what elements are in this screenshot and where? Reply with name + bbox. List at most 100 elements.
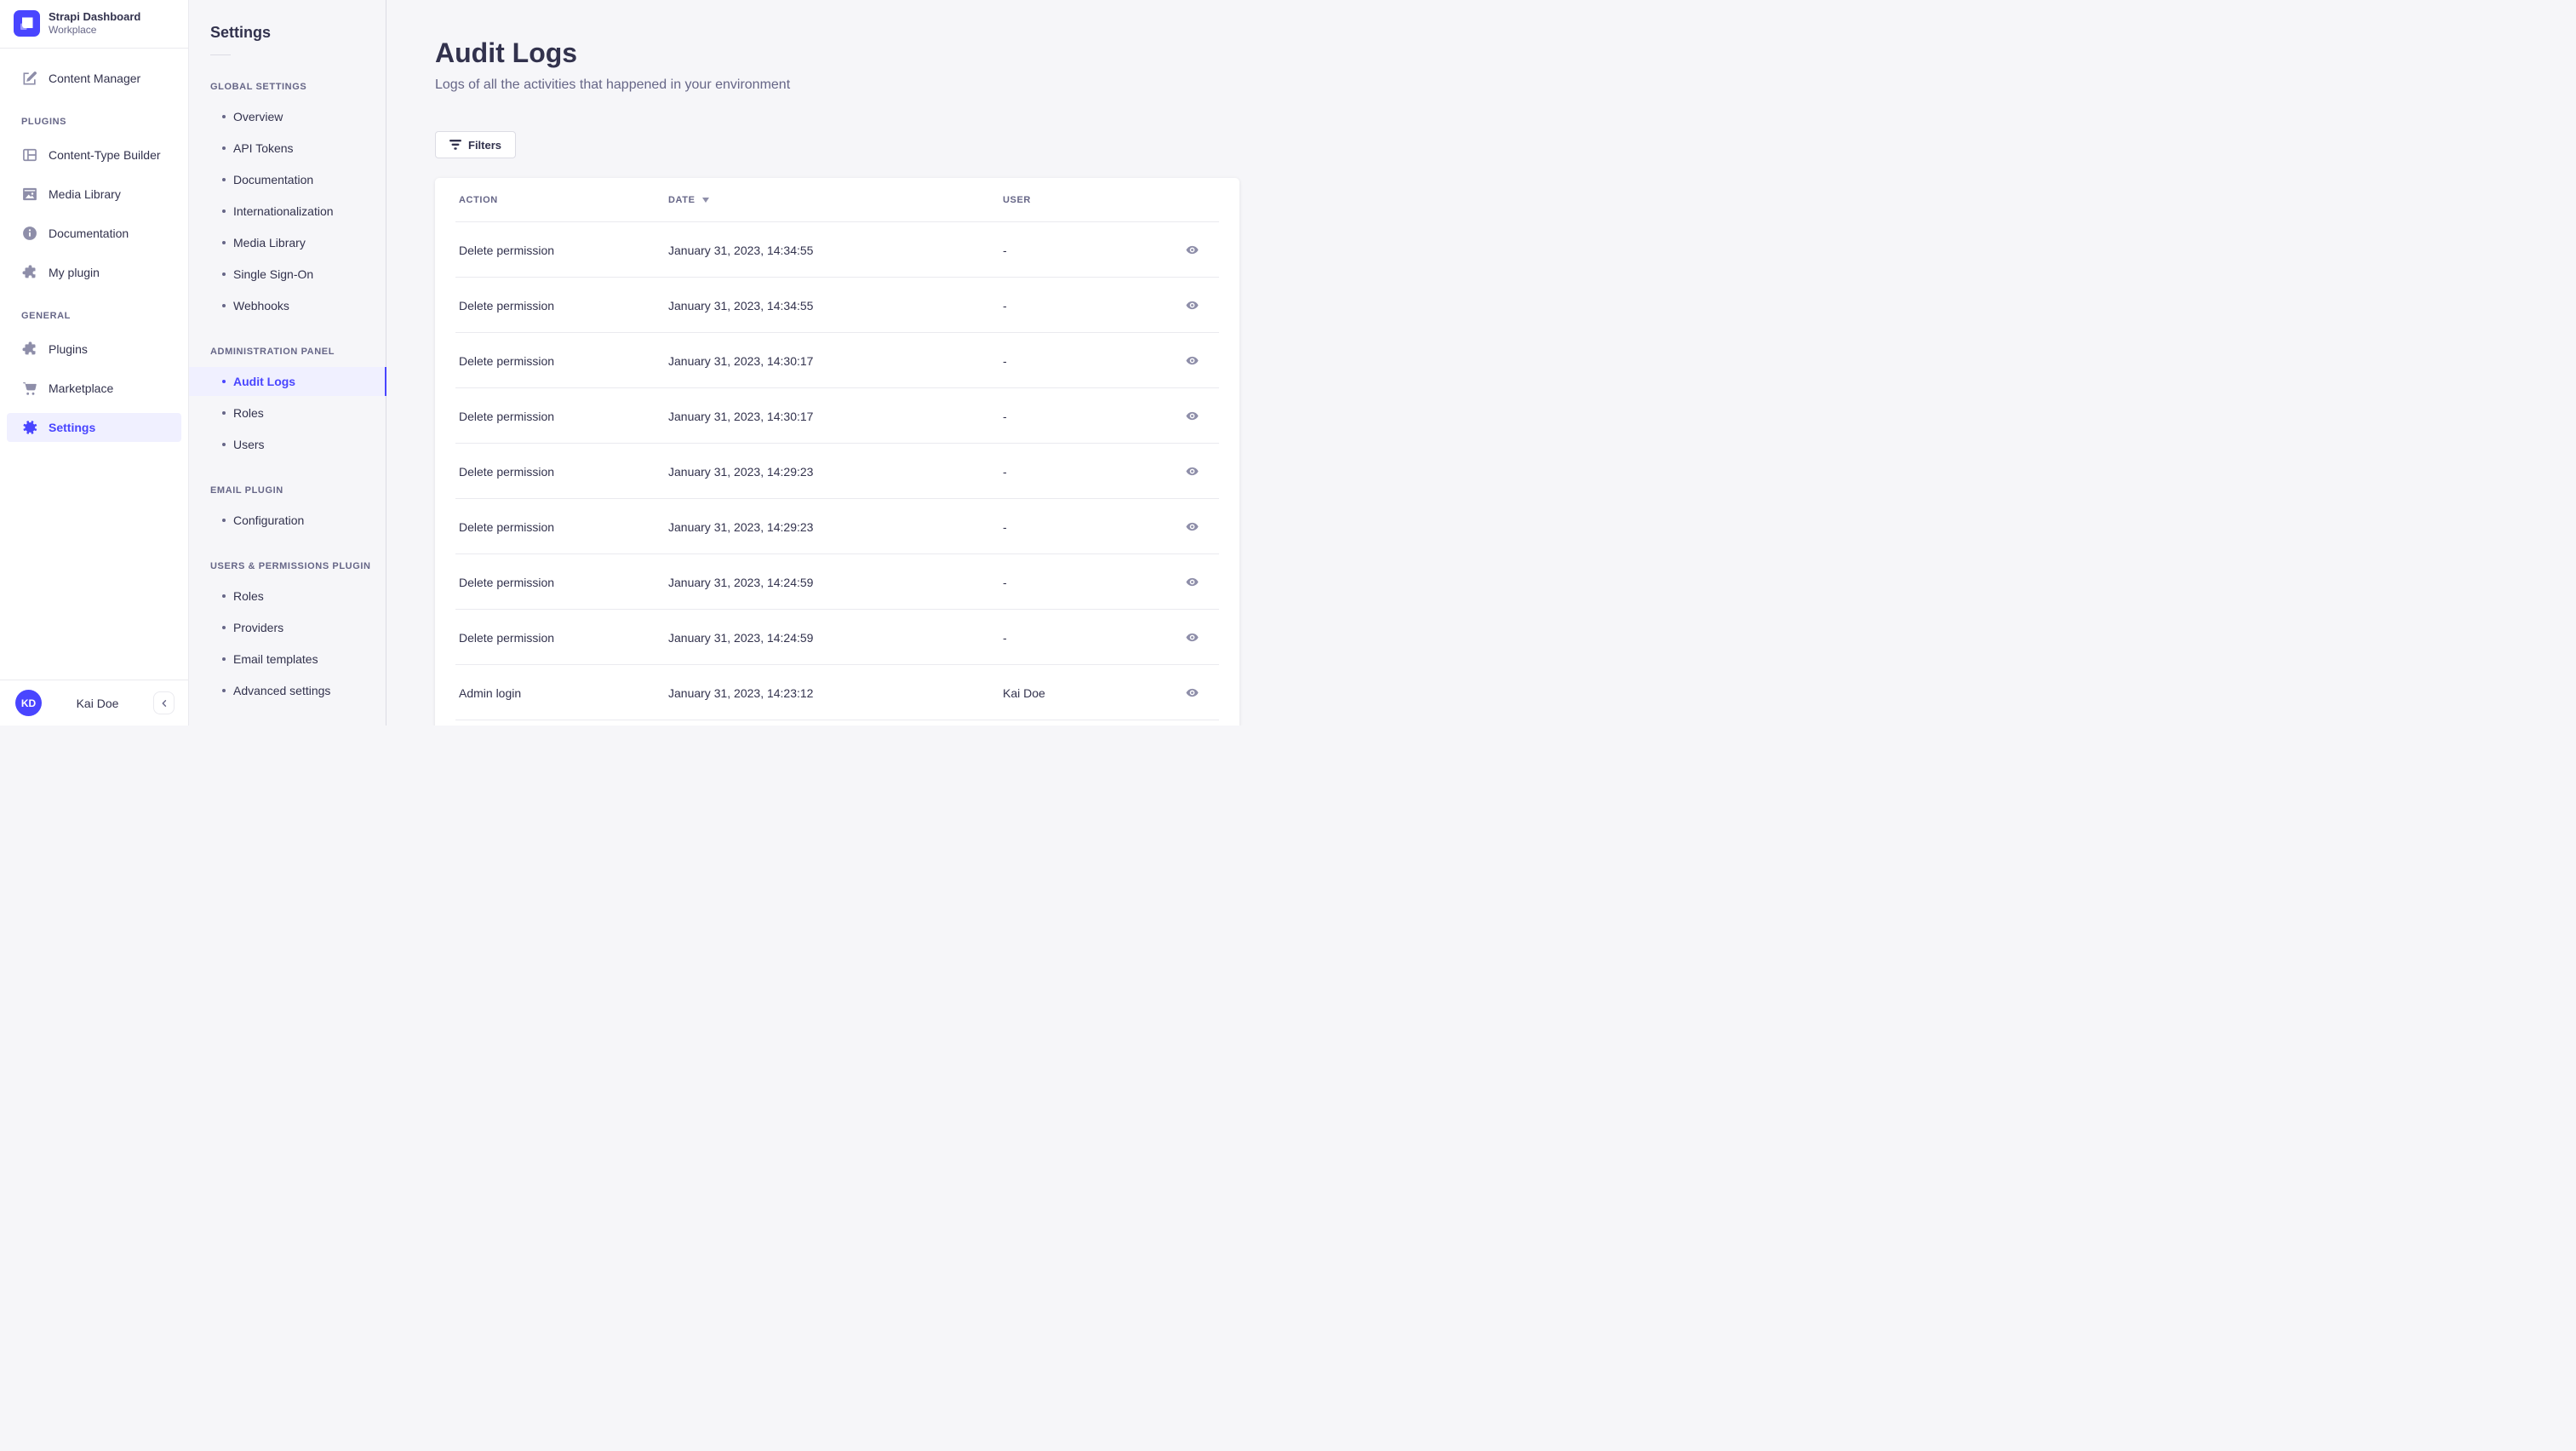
subnav-item-label: Documentation xyxy=(233,173,314,186)
cell-date: January 31, 2023, 14:34:55 xyxy=(668,298,814,313)
cell-action: Delete permission xyxy=(459,298,555,313)
sidebar-item-my-plugin[interactable]: My plugin xyxy=(7,258,181,287)
collapse-sidebar-button[interactable] xyxy=(153,691,175,714)
subnav-item-roles-admin[interactable]: Roles xyxy=(189,399,386,427)
table-row[interactable]: Delete permission January 31, 2023, 14:2… xyxy=(435,610,1239,665)
subnav-item-label: Roles xyxy=(233,589,264,603)
sidebar-item-documentation[interactable]: Documentation xyxy=(7,219,181,248)
cell-date: January 31, 2023, 14:30:17 xyxy=(668,409,814,423)
cell-date: January 31, 2023, 14:24:59 xyxy=(668,630,814,645)
sidebar-item-label: Media Library xyxy=(49,187,121,201)
table-row[interactable]: Delete permission January 31, 2023, 14:2… xyxy=(435,554,1239,610)
bullet-icon xyxy=(222,178,226,181)
subnav-heading: Settings xyxy=(210,24,272,41)
subnav-item-users[interactable]: Users xyxy=(189,430,386,459)
bullet-icon xyxy=(222,241,226,244)
table-row[interactable]: Delete permission January 31, 2023, 14:3… xyxy=(435,278,1239,333)
eye-icon xyxy=(1185,353,1199,368)
cell-user: - xyxy=(1003,353,1007,368)
subnav-item-webhooks[interactable]: Webhooks xyxy=(189,291,386,320)
sidebar-item-plugins[interactable]: Plugins xyxy=(7,335,181,364)
sidebar-item-label: Marketplace xyxy=(49,381,114,395)
page-title: Audit Logs xyxy=(435,37,578,68)
subnav-item-label: Single Sign-On xyxy=(233,267,314,281)
filters-button[interactable]: Filters xyxy=(435,131,517,158)
column-header-action[interactable]: ACTION xyxy=(459,195,668,205)
sidebar-item-settings[interactable]: Settings xyxy=(7,413,181,442)
subnav-item-media-library[interactable]: Media Library xyxy=(189,228,386,257)
subnav-item-label: Users xyxy=(233,438,265,451)
table-row[interactable]: Admin login January 31, 2023, 14:23:12 K… xyxy=(435,665,1239,720)
subnav-item-configuration[interactable]: Configuration xyxy=(189,506,386,535)
workspace-brand[interactable]: Strapi Dashboard Workplace xyxy=(0,0,188,48)
cell-user: - xyxy=(1003,409,1007,423)
subnav-item-label: Internationalization xyxy=(233,204,334,218)
bullet-icon xyxy=(222,380,226,383)
subnav-item-email-templates[interactable]: Email templates xyxy=(189,645,386,674)
cell-user: - xyxy=(1003,464,1007,479)
sidebar-item-label: Settings xyxy=(49,421,96,434)
subnav-section-global-settings: GLOBAL SETTINGS xyxy=(210,82,307,92)
settings-subnav: Settings GLOBAL SETTINGS Overview API To… xyxy=(189,0,386,726)
view-log-button[interactable] xyxy=(1178,403,1205,430)
brand-text: Strapi Dashboard Workplace xyxy=(49,10,140,37)
cell-user: - xyxy=(1003,298,1007,313)
cell-user: - xyxy=(1003,519,1007,534)
view-log-button[interactable] xyxy=(1178,458,1205,485)
subnav-item-label: Advanced settings xyxy=(233,684,331,697)
column-header-date[interactable]: DATE xyxy=(668,195,1003,205)
bullet-icon xyxy=(222,443,226,446)
cell-action: Delete permission xyxy=(459,575,555,589)
subnav-item-advanced-settings[interactable]: Advanced settings xyxy=(189,676,386,705)
info-icon xyxy=(21,225,38,242)
view-log-button[interactable] xyxy=(1178,237,1205,264)
sidebar-item-content-manager[interactable]: Content Manager xyxy=(7,64,181,93)
cell-date: January 31, 2023, 14:24:59 xyxy=(668,575,814,589)
view-log-button[interactable] xyxy=(1178,513,1205,541)
view-log-button[interactable] xyxy=(1178,680,1205,707)
strapi-logo-icon xyxy=(14,10,40,37)
subnav-item-roles-up[interactable]: Roles xyxy=(189,582,386,611)
sidebar-item-label: My plugin xyxy=(49,266,100,279)
bullet-icon xyxy=(222,146,226,150)
bullet-icon xyxy=(222,689,226,692)
subnav-item-label: Media Library xyxy=(233,236,306,249)
subnav-item-documentation[interactable]: Documentation xyxy=(189,165,386,194)
table-row[interactable]: Delete permission January 31, 2023, 14:2… xyxy=(435,444,1239,499)
subnav-item-api-tokens[interactable]: API Tokens xyxy=(189,134,386,163)
subnav-item-internationalization[interactable]: Internationalization xyxy=(189,197,386,226)
sidebar-item-label: Documentation xyxy=(49,227,129,240)
table-row[interactable]: Delete permission January 31, 2023, 14:2… xyxy=(435,499,1239,554)
workspace-subtitle: Workplace xyxy=(49,24,97,36)
view-log-button[interactable] xyxy=(1178,569,1205,596)
subnav-item-label: API Tokens xyxy=(233,141,294,155)
filter-icon xyxy=(449,140,461,150)
cell-date: January 31, 2023, 14:23:12 xyxy=(668,685,814,700)
cell-user: Kai Doe xyxy=(1003,685,1045,700)
table-row[interactable]: Delete permission January 31, 2023, 14:3… xyxy=(435,388,1239,444)
cell-user: - xyxy=(1003,575,1007,589)
avatar[interactable]: KD xyxy=(15,690,42,716)
subnav-item-single-sign-on[interactable]: Single Sign-On xyxy=(189,260,386,289)
workspace-title: Strapi Dashboard xyxy=(49,10,141,23)
sort-descending-icon[interactable] xyxy=(701,198,709,203)
cell-date: January 31, 2023, 14:29:23 xyxy=(668,464,814,479)
subnav-item-label: Roles xyxy=(233,406,264,420)
nav-section-plugins: PLUGINS xyxy=(21,117,67,127)
table-row[interactable]: Delete permission January 31, 2023, 14:3… xyxy=(435,333,1239,388)
subnav-item-audit-logs[interactable]: Audit Logs xyxy=(189,367,386,396)
view-log-button[interactable] xyxy=(1178,292,1205,319)
eye-icon xyxy=(1185,243,1199,257)
view-log-button[interactable] xyxy=(1178,624,1205,651)
subnav-item-providers[interactable]: Providers xyxy=(189,613,386,642)
table-row[interactable]: Delete permission January 31, 2023, 14:3… xyxy=(435,222,1239,278)
sidebar-item-media-library[interactable]: Media Library xyxy=(7,180,181,209)
view-log-button[interactable] xyxy=(1178,347,1205,375)
column-header-user[interactable]: USER xyxy=(1003,195,1168,205)
puzzle-icon xyxy=(21,341,38,358)
subnav-item-overview[interactable]: Overview xyxy=(189,102,386,131)
sidebar-item-content-type-builder[interactable]: Content-Type Builder xyxy=(7,141,181,169)
sidebar-item-marketplace[interactable]: Marketplace xyxy=(7,374,181,403)
picture-icon xyxy=(21,186,38,203)
sidebar-item-label: Plugins xyxy=(49,342,88,356)
